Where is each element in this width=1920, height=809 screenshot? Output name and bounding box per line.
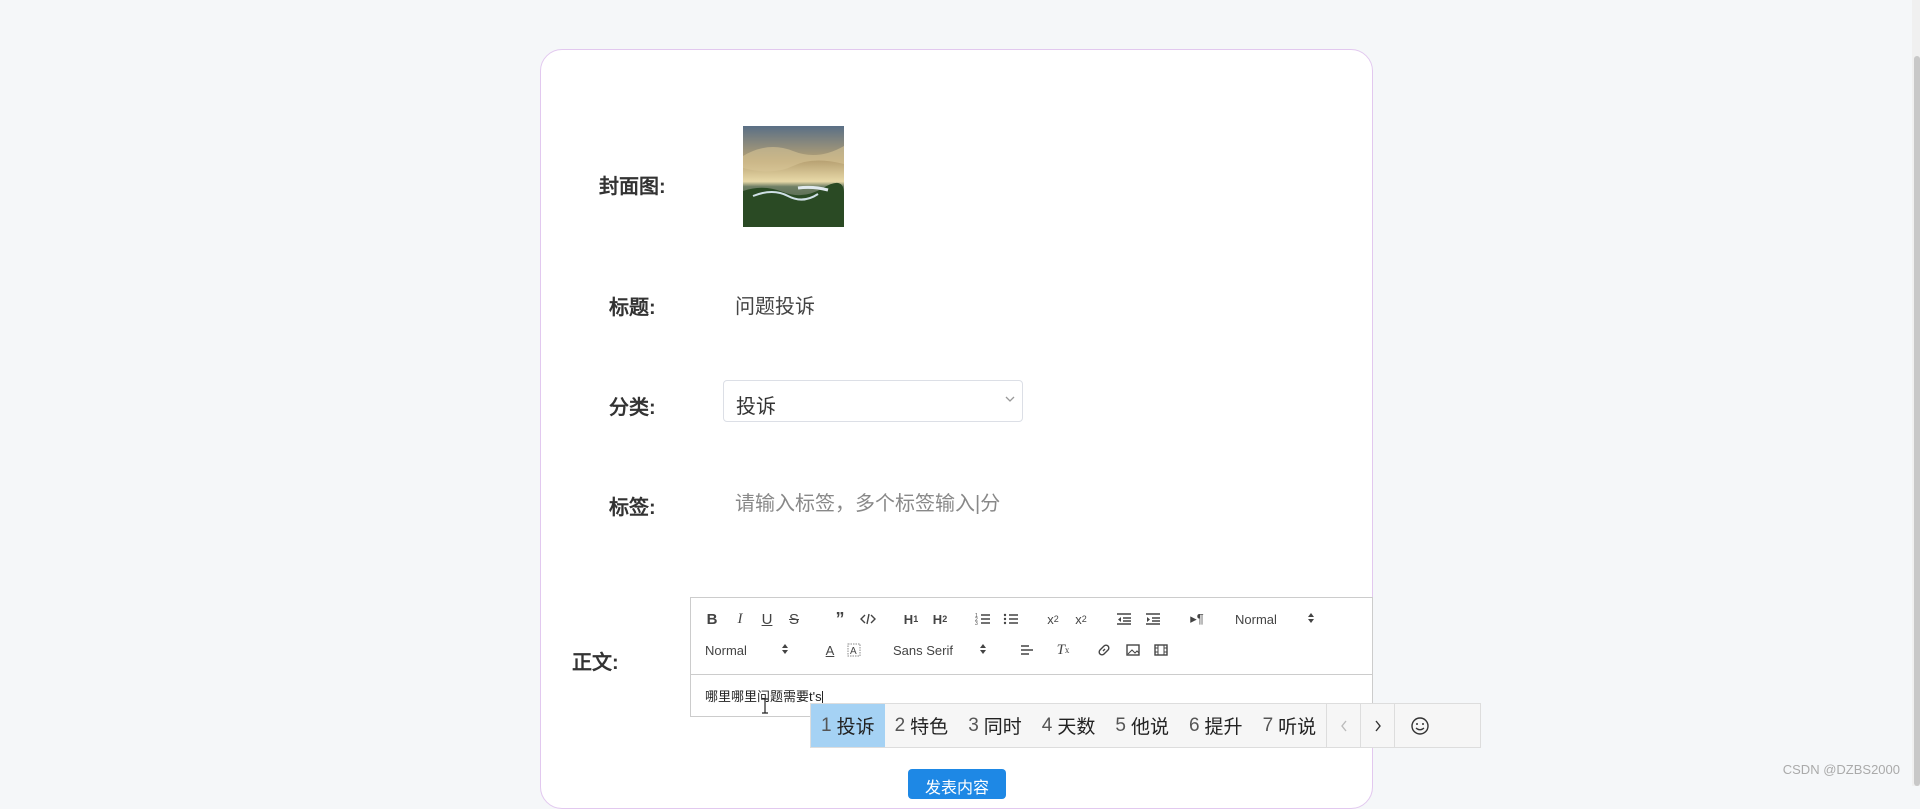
candidate-number: 7 bbox=[1262, 714, 1274, 736]
underline-icon[interactable]: U bbox=[758, 609, 776, 629]
clear-format-icon[interactable]: Tx bbox=[1053, 640, 1073, 660]
candidate-text: 特色 bbox=[910, 717, 949, 738]
updown-arrow-icon bbox=[1307, 612, 1315, 627]
title-value[interactable]: 问题投诉 bbox=[735, 290, 815, 319]
category-select[interactable]: 投诉 bbox=[723, 380, 1023, 422]
candidate-number: 6 bbox=[1188, 714, 1200, 736]
watermark: CSDN @DZBS2000 bbox=[1782, 762, 1900, 777]
code-block-icon[interactable] bbox=[858, 609, 878, 629]
candidate-text: 天数 bbox=[1057, 717, 1096, 738]
ime-candidate-bar: 1 投诉 2 特色 3 同时 4 天数 5 他说 6 提升 7 听说 bbox=[810, 703, 1481, 748]
header-picker[interactable]: Normal bbox=[1231, 608, 1315, 630]
size-picker[interactable]: Normal bbox=[705, 639, 789, 661]
candidate-text: 听说 bbox=[1278, 717, 1317, 738]
page-scrollbar[interactable] bbox=[1912, 0, 1920, 786]
candidate-number: 5 bbox=[1115, 714, 1126, 736]
rich-text-editor[interactable]: B I U S ” H1 H2 123 x2 x2 ▸¶ Normal Norm… bbox=[690, 597, 1373, 717]
chevron-down-icon bbox=[1004, 393, 1016, 407]
body-label: 正文: bbox=[572, 652, 619, 674]
header-picker-label: Normal bbox=[1235, 611, 1277, 627]
ime-emoji-button[interactable] bbox=[1394, 704, 1445, 747]
ime-candidate[interactable]: 3 同时 bbox=[958, 704, 1032, 747]
superscript-icon[interactable]: x2 bbox=[1071, 609, 1091, 629]
scrollbar-thumb[interactable] bbox=[1914, 56, 1920, 786]
blockquote-icon[interactable]: ” bbox=[831, 609, 849, 629]
link-icon[interactable] bbox=[1095, 640, 1113, 660]
editor-toolbar: B I U S ” H1 H2 123 x2 x2 ▸¶ Normal Norm… bbox=[691, 598, 1372, 675]
chevron-left-icon bbox=[1340, 720, 1347, 731]
heading-2-icon[interactable]: H2 bbox=[929, 609, 951, 629]
category-selected-value: 投诉 bbox=[736, 396, 776, 418]
background-color-icon[interactable]: A bbox=[845, 640, 863, 660]
text-cursor-icon bbox=[760, 698, 770, 719]
updown-arrow-icon bbox=[979, 643, 987, 658]
submit-button[interactable]: 发表内容 bbox=[908, 769, 1006, 799]
text-color-icon[interactable]: A bbox=[821, 640, 839, 660]
svg-text:A: A bbox=[850, 646, 857, 657]
font-picker[interactable]: Sans Serif bbox=[891, 639, 987, 661]
ime-candidate[interactable]: 2 特色 bbox=[885, 704, 959, 747]
title-label: 标题: bbox=[609, 297, 656, 319]
subscript-icon[interactable]: x2 bbox=[1043, 609, 1063, 629]
candidate-number: 3 bbox=[968, 714, 979, 736]
candidate-text: 他说 bbox=[1130, 717, 1169, 738]
smiley-icon bbox=[1411, 716, 1429, 735]
italic-icon[interactable]: I bbox=[731, 609, 749, 629]
outdent-icon[interactable] bbox=[1114, 609, 1134, 629]
size-picker-label: Normal bbox=[705, 642, 747, 658]
ime-next-page-button[interactable] bbox=[1360, 704, 1394, 747]
cover-label: 封面图: bbox=[599, 176, 666, 198]
ime-candidate[interactable]: 7 听说 bbox=[1253, 704, 1327, 747]
indent-icon[interactable] bbox=[1143, 609, 1163, 629]
ime-candidate[interactable]: 6 提升 bbox=[1179, 704, 1253, 747]
candidate-text: 同时 bbox=[983, 717, 1022, 738]
cover-image[interactable] bbox=[743, 126, 844, 227]
heading-1-icon[interactable]: H1 bbox=[900, 609, 922, 629]
svg-text:3: 3 bbox=[975, 621, 978, 626]
candidate-number: 1 bbox=[821, 714, 832, 736]
strikethrough-icon[interactable]: S bbox=[785, 609, 803, 629]
bullet-list-icon[interactable] bbox=[1001, 609, 1021, 629]
font-picker-label: Sans Serif bbox=[893, 642, 953, 658]
category-label: 分类: bbox=[609, 397, 656, 419]
ime-candidate[interactable]: 4 天数 bbox=[1032, 704, 1106, 747]
video-icon[interactable] bbox=[1152, 640, 1170, 660]
text-direction-icon[interactable]: ▸¶ bbox=[1187, 609, 1207, 629]
ordered-list-icon[interactable]: 123 bbox=[973, 609, 993, 629]
tags-input[interactable] bbox=[723, 488, 1013, 520]
ime-prev-page-button[interactable] bbox=[1326, 704, 1360, 747]
ime-candidate[interactable]: 5 他说 bbox=[1105, 704, 1179, 747]
updown-arrow-icon bbox=[781, 643, 789, 658]
chevron-right-icon bbox=[1375, 720, 1381, 731]
ime-candidate[interactable]: 1 投诉 bbox=[811, 704, 885, 747]
candidate-text: 投诉 bbox=[836, 717, 875, 738]
align-icon[interactable] bbox=[1018, 640, 1036, 660]
bold-icon[interactable]: B bbox=[703, 609, 721, 629]
candidate-number: 4 bbox=[1041, 714, 1053, 736]
candidate-number: 2 bbox=[894, 714, 906, 736]
candidate-text: 提升 bbox=[1204, 717, 1243, 738]
image-icon[interactable] bbox=[1124, 640, 1142, 660]
tags-label: 标签: bbox=[609, 497, 656, 519]
